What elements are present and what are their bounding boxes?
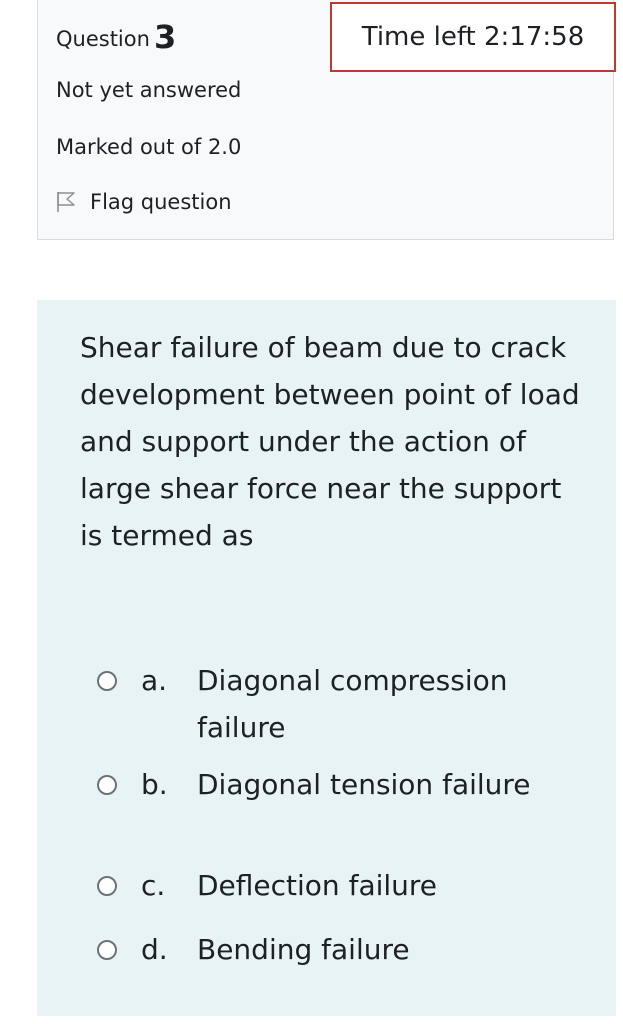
question-grade: Marked out of 2.0 (56, 135, 242, 159)
radio-button-c[interactable] (97, 876, 117, 896)
radio-button-b[interactable] (97, 775, 117, 795)
answer-letter-a: a. (141, 664, 168, 697)
answer-text-c: Deflection failure (197, 869, 438, 902)
radio-button-d[interactable] (97, 940, 117, 960)
answer-option-b[interactable]: b. Diagonal tension failure (37, 761, 616, 861)
answer-text-b: Diagonal tension failure (197, 768, 531, 801)
flag-icon (57, 192, 75, 212)
question-content: Shear failure of beam due to crack devel… (37, 300, 616, 1016)
question-number-heading: Question 3 (56, 18, 176, 56)
answer-option-d[interactable]: d. Bending failure (37, 926, 616, 978)
radio-button-a[interactable] (97, 671, 117, 691)
answer-text-d: Bending failure (197, 933, 410, 966)
answer-text-a: Diagonal compression failure (197, 664, 508, 744)
answer-letter-b: b. (141, 768, 168, 801)
question-state: Not yet answered (56, 78, 242, 102)
answer-option-c[interactable]: c. Deflection failure (37, 862, 616, 914)
question-number: 3 (153, 18, 177, 56)
flag-question-label: Flag question (90, 190, 232, 214)
time-left-timer: Time left 2:17:58 (330, 2, 616, 72)
question-label: Question (56, 27, 150, 51)
answer-option-a[interactable]: a. Diagonal compression failure (37, 657, 616, 757)
flag-question-link[interactable]: Flag question (56, 190, 232, 214)
question-text: Shear failure of beam due to crack devel… (80, 331, 580, 552)
answer-letter-d: d. (141, 933, 168, 966)
answer-letter-c: c. (141, 869, 166, 902)
